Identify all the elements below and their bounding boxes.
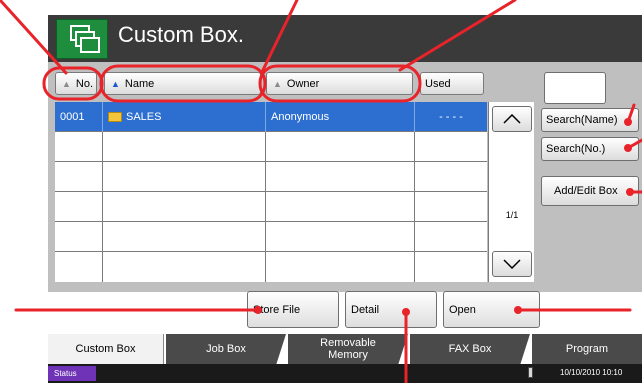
tab-removable-memory[interactable]: Removable Memory <box>288 334 408 364</box>
table-row[interactable] <box>55 192 487 222</box>
detail-button[interactable]: Detail <box>345 291 437 328</box>
cell-name-text: SALES <box>126 111 162 123</box>
tab-custom-box[interactable]: Custom Box <box>48 334 164 364</box>
page-title: Custom Box. <box>118 22 244 47</box>
tab-job-box[interactable]: Job Box <box>166 334 286 364</box>
open-button[interactable]: Open <box>443 291 540 328</box>
cell-name <box>103 192 266 222</box>
cell-used <box>415 132 487 162</box>
cell-owner <box>266 252 415 282</box>
sort-arrow-icon: ▲ <box>111 78 120 89</box>
table-row[interactable] <box>55 162 487 192</box>
cell-owner <box>266 162 415 192</box>
page-indicator: 1/1 <box>505 210 519 220</box>
status-bar <box>48 364 642 383</box>
tab-program[interactable]: Program <box>532 334 642 364</box>
cell-no <box>55 222 103 252</box>
status-datetime: 10/10/2010 10:10 <box>560 368 623 377</box>
cell-name <box>103 222 266 252</box>
cell-no: 0001 <box>55 102 103 132</box>
sort-by-no-button[interactable]: ▲ No. <box>55 72 97 95</box>
search-by-number-button[interactable]: Search(No.) <box>541 137 639 161</box>
add-edit-box-button[interactable]: Add/Edit Box <box>541 176 639 206</box>
sort-arrow-icon: ▲ <box>62 78 71 89</box>
tab-fax-box[interactable]: FAX Box <box>410 334 530 364</box>
cell-owner <box>266 192 415 222</box>
column-label-used: Used <box>425 77 451 90</box>
folder-icon <box>108 112 122 122</box>
cell-no <box>55 252 103 282</box>
cell-owner <box>266 222 415 252</box>
copy-boxes-icon <box>56 19 108 59</box>
cell-name <box>103 162 266 192</box>
cell-owner <box>266 132 415 162</box>
custom-box-screen: Custom Box. ▲ No. ▲ Name ▲ Owner Used 00… <box>0 0 642 383</box>
column-label-name: Name <box>124 77 155 90</box>
cell-name <box>103 252 266 282</box>
chevron-up-icon <box>503 114 521 124</box>
cell-name: SALES <box>103 102 266 132</box>
box-table: 0001 SALES Anonymous - - - - <box>55 102 487 282</box>
scroll-up-button[interactable] <box>492 106 532 132</box>
column-label-no: No. <box>75 77 94 90</box>
search-input[interactable] <box>544 72 606 104</box>
cell-owner: Anonymous <box>266 102 415 132</box>
chevron-down-icon <box>503 259 521 269</box>
cell-name <box>103 132 266 162</box>
cell-no <box>55 132 103 162</box>
scroll-column: 1/1 <box>488 102 534 282</box>
cell-no <box>55 192 103 222</box>
cell-used <box>415 192 487 222</box>
memory-card-icon <box>528 367 533 378</box>
sort-by-owner-button[interactable]: ▲ Owner <box>266 72 413 95</box>
search-by-name-button[interactable]: Search(Name) <box>541 108 639 132</box>
table-row[interactable]: 0001 SALES Anonymous - - - - <box>55 102 487 132</box>
status-button[interactable]: Status <box>48 366 96 381</box>
table-row[interactable] <box>55 252 487 282</box>
store-file-button[interactable]: Store File <box>247 291 339 328</box>
cell-no <box>55 162 103 192</box>
column-header-used: Used <box>420 72 484 95</box>
cell-used <box>415 162 487 192</box>
scroll-down-button[interactable] <box>492 251 532 277</box>
sort-by-name-button[interactable]: ▲ Name <box>104 72 261 95</box>
cell-used: - - - - <box>439 111 463 123</box>
sort-arrow-icon: ▲ <box>273 78 282 89</box>
cell-used <box>415 222 487 252</box>
cell-used <box>415 252 487 282</box>
table-row[interactable] <box>55 132 487 162</box>
column-label-owner: Owner <box>286 77 320 90</box>
table-row[interactable] <box>55 222 487 252</box>
